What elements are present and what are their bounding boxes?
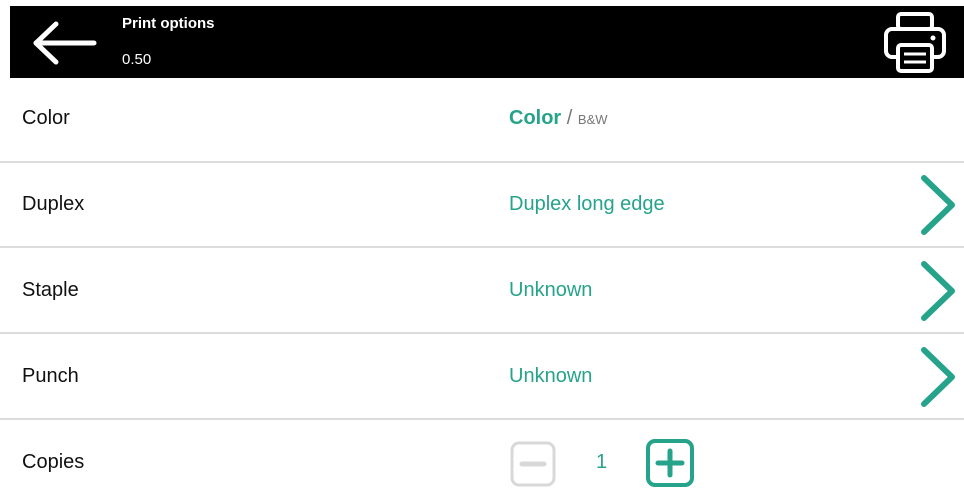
copies-count: 1 — [596, 451, 608, 473]
plus-icon — [646, 439, 694, 487]
punch-value: Unknown — [509, 365, 593, 387]
chevron-right-icon — [921, 175, 955, 235]
chevron-right-icon — [921, 261, 955, 321]
color-option-row: Color Color / B&W — [0, 78, 964, 163]
decrease-copies-button[interactable] — [510, 441, 556, 487]
duplex-chevron-button[interactable] — [916, 172, 960, 238]
staple-label: Staple — [22, 279, 79, 301]
bw-choice[interactable]: B&W — [578, 112, 608, 127]
back-button[interactable] — [30, 20, 100, 66]
chevron-right-icon — [921, 347, 955, 407]
punch-label: Punch — [22, 365, 79, 387]
staple-value: Unknown — [509, 279, 593, 301]
staple-option-row[interactable]: Staple Unknown — [0, 248, 964, 334]
arrow-left-icon — [33, 21, 97, 65]
copies-label: Copies — [22, 451, 85, 473]
staple-chevron-button[interactable] — [916, 258, 960, 324]
printer-icon — [884, 12, 946, 73]
print-button[interactable] — [882, 9, 948, 75]
minus-icon — [510, 441, 556, 487]
increase-copies-button[interactable] — [646, 439, 694, 487]
duplex-value: Duplex long edge — [509, 193, 665, 215]
punch-chevron-button[interactable] — [916, 344, 960, 410]
color-choice-selected[interactable]: Color — [509, 107, 561, 129]
punch-option-row[interactable]: Punch Unknown — [0, 334, 964, 420]
color-separator: / — [566, 107, 573, 129]
price-amount: 0.50 — [122, 51, 152, 68]
duplex-option-row[interactable]: Duplex Duplex long edge — [0, 163, 964, 248]
color-toggle[interactable]: Color / B&W — [509, 107, 608, 130]
color-label: Color — [22, 107, 70, 129]
duplex-label: Duplex — [22, 193, 85, 215]
print-options-screen: Print options 0.50 Color Color / B&W Dup… — [0, 0, 964, 499]
header-bar: Print options 0.50 — [10, 6, 964, 78]
page-title: Print options — [122, 15, 215, 32]
